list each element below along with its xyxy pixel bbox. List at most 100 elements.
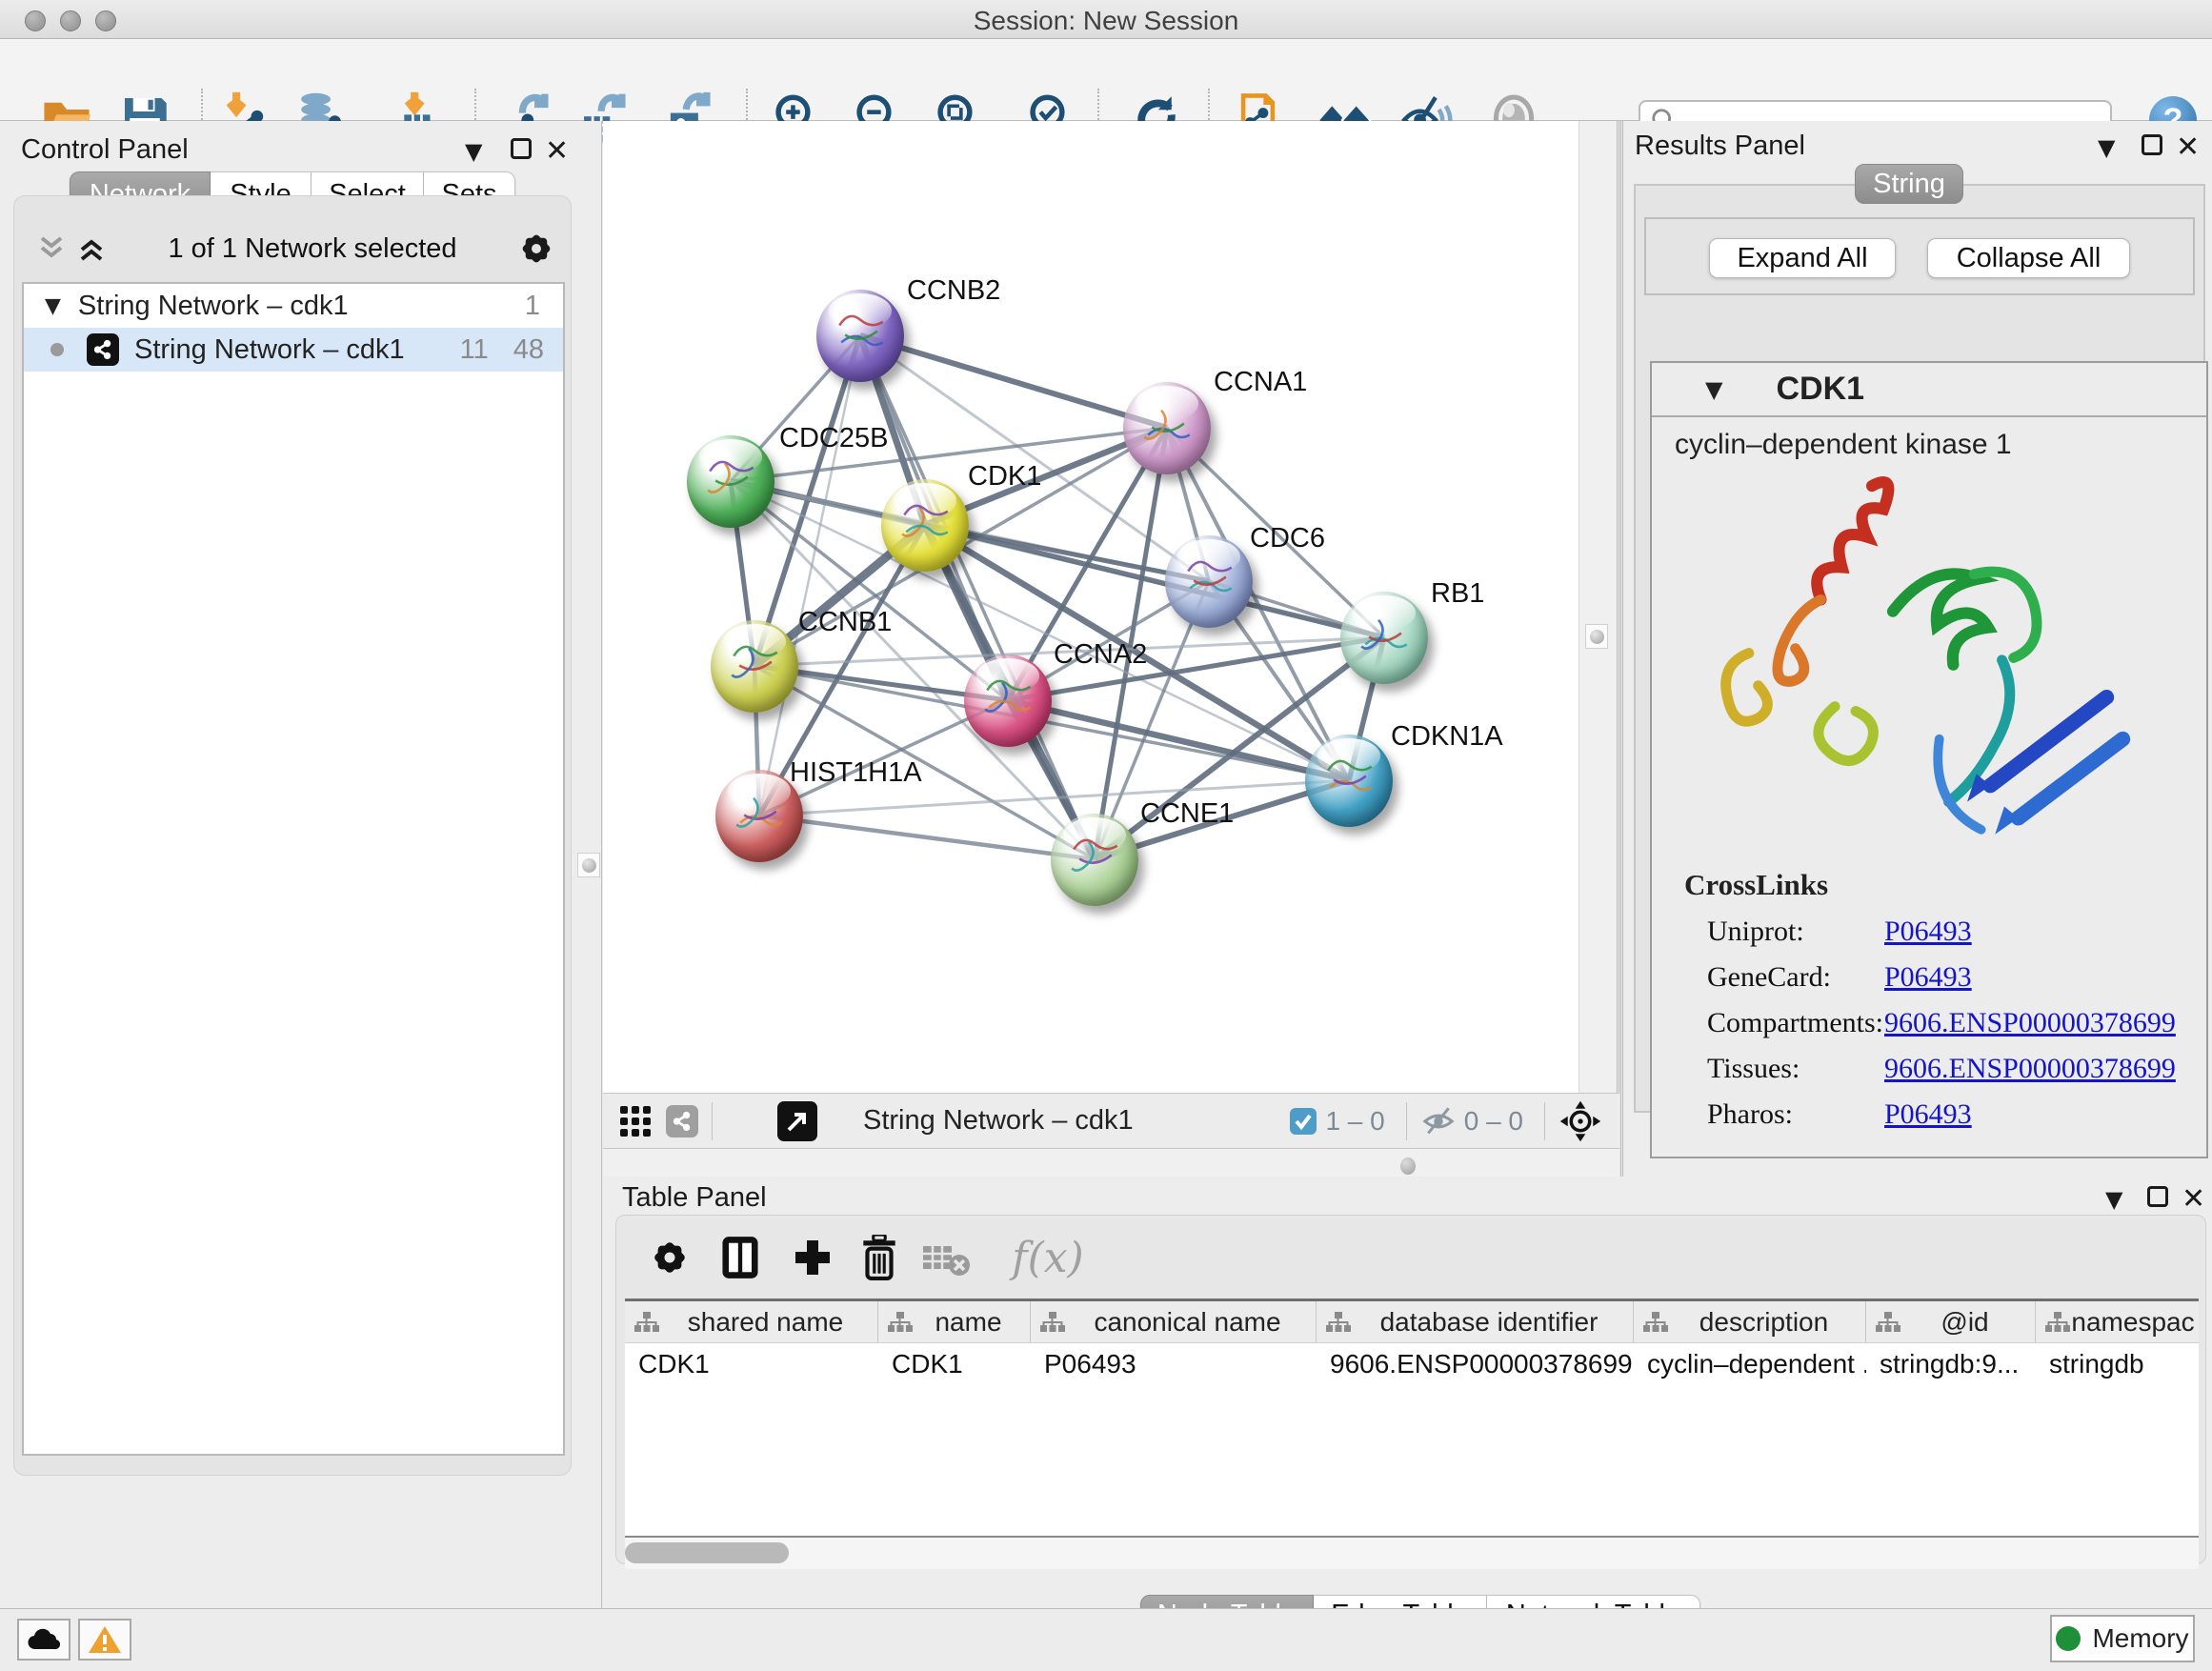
crosslink-link[interactable]: 9606.ENSP00000378699 <box>1884 1053 2176 1085</box>
network-canvas[interactable]: CCNB2CCNA1CDC25BCDK1CDC6RB1CCNB1CCNA2CDK… <box>603 121 1579 1093</box>
expand-collapse-box: Expand All Collapse All <box>1644 217 2195 295</box>
gene-collapse-icon[interactable]: ▼ <box>1705 376 1722 403</box>
show-columns-icon[interactable] <box>714 1231 767 1284</box>
function-builder-icon: f(x) <box>995 1231 1100 1284</box>
column-header[interactable]: namespac <box>2036 1301 2199 1342</box>
table-panel-float-icon[interactable] <box>2147 1186 2168 1207</box>
crosslink-link[interactable]: P06493 <box>1884 1098 1972 1131</box>
crosslink-label: Pharos: <box>1707 1098 1884 1131</box>
right-splitter-handle[interactable] <box>1585 624 1608 649</box>
network-type-icon <box>87 333 119 366</box>
crosslink-row: Tissues:9606.ENSP00000378699 <box>1707 1053 2206 1085</box>
network-options-gear-icon[interactable] <box>517 230 555 268</box>
hidden-counts: 0 – 0 <box>1464 1106 1523 1137</box>
network-node-CDKN1A[interactable] <box>1305 735 1393 827</box>
node-label-CCNB2: CCNB2 <box>907 275 1000 307</box>
network-selection-summary: 1 of 1 Network selected <box>108 233 517 265</box>
horizontal-splitter-dot[interactable] <box>1400 1158 1416 1175</box>
gene-description: cyclin–dependent kinase 1 <box>1675 429 2206 461</box>
network-node-CDK1[interactable] <box>881 479 969 572</box>
column-header[interactable]: canonical name <box>1031 1301 1317 1342</box>
node-label-CCNA1: CCNA1 <box>1214 367 1307 398</box>
column-header[interactable]: database identifier <box>1317 1301 1634 1342</box>
string-results-container: Expand All Collapse All ▼ CDK1 cyclin–de… <box>1634 184 2205 1113</box>
warning-icon <box>88 1624 122 1655</box>
table-cell[interactable]: P06493 <box>1031 1343 1317 1385</box>
network-node-CCNA2[interactable] <box>964 654 1052 747</box>
node-label-CCNA2: CCNA2 <box>1054 639 1147 671</box>
hidden-elements-eye-icon[interactable] <box>1420 1106 1457 1137</box>
delete-column-trash-icon[interactable] <box>853 1231 906 1284</box>
horizontal-scrollbar-thumb[interactable] <box>625 1542 789 1563</box>
crosslink-row: Uniprot:P06493 <box>1707 916 2206 948</box>
collapse-all-button[interactable]: Collapse All <box>1927 238 2130 278</box>
network-node-RB1[interactable] <box>1340 592 1428 684</box>
table-cell[interactable]: stringdb <box>2036 1343 2199 1385</box>
table-panel-collapse-icon[interactable]: ▼ <box>2105 1186 2122 1213</box>
memory-button[interactable]: Memory <box>2050 1615 2195 1662</box>
network-node-CCNE1[interactable] <box>1051 814 1138 906</box>
open-external-link-icon[interactable] <box>777 1101 817 1141</box>
node-label-CDC6: CDC6 <box>1250 523 1325 554</box>
window-title: Session: New Session <box>0 6 2212 36</box>
collapse-all-networks-icon[interactable] <box>35 234 68 263</box>
network-node-CDC25B[interactable] <box>687 435 774 528</box>
table-header-row: shared namenamecanonical namedatabase id… <box>625 1301 2199 1343</box>
selected-checkbox-icon[interactable] <box>1289 1107 1317 1136</box>
table-options-gear-icon[interactable] <box>643 1231 696 1284</box>
expand-all-networks-icon[interactable] <box>75 234 108 263</box>
results-panel-float-icon[interactable] <box>2142 134 2162 155</box>
crosslink-label: GeneCard: <box>1707 961 1884 994</box>
gene-section: ▼ CDK1 cyclin–dependent kinase 1 CrossLi… <box>1650 361 2208 1158</box>
table-horizontal-scrollbar[interactable] <box>625 1538 2199 1569</box>
network-node-CCNB2[interactable] <box>816 290 904 382</box>
crosslink-link[interactable]: P06493 <box>1884 916 1972 948</box>
control-panel-collapse-icon[interactable]: ▼ <box>465 138 482 165</box>
column-header[interactable]: @id <box>1866 1301 2036 1342</box>
column-header[interactable]: name <box>878 1301 1031 1342</box>
collection-expand-icon[interactable]: ▼ <box>45 294 61 318</box>
control-panel-float-icon[interactable] <box>511 138 532 159</box>
crosslink-link[interactable]: 9606.ENSP00000378699 <box>1884 1007 2176 1039</box>
table-cell[interactable]: stringdb:9... <box>1866 1343 2036 1385</box>
network-node-CDC6[interactable] <box>1165 535 1253 628</box>
control-panel-close-icon[interactable]: ✕ <box>545 134 569 168</box>
table-cell[interactable]: CDK1 <box>878 1343 1031 1385</box>
network-node-CCNB1[interactable] <box>711 620 798 713</box>
gene-name: CDK1 <box>1776 371 1864 408</box>
gene-section-header[interactable]: ▼ CDK1 <box>1652 363 2206 417</box>
table-cell[interactable]: CDK1 <box>625 1343 878 1385</box>
cloud-status-button[interactable] <box>17 1619 70 1661</box>
column-header[interactable]: description <box>1634 1301 1866 1342</box>
network-view-panel: CCNB2CCNA1CDC25BCDK1CDC6RB1CCNB1CCNA2CDK… <box>603 121 1619 1177</box>
expand-all-button[interactable]: Expand All <box>1709 238 1896 278</box>
table-row[interactable]: CDK1CDK1P064939606.ENSP00000378699cyclin… <box>625 1343 2199 1385</box>
network-view-toolbar: String Network – cdk1 1 – 0 0 – 0 <box>603 1093 1619 1149</box>
results-panel-close-icon[interactable]: ✕ <box>2176 131 2200 164</box>
table-container: f(x) shared namenamecanonical namedataba… <box>615 1215 2206 1564</box>
crosslink-row: Pharos:P06493 <box>1707 1098 2206 1131</box>
network-collection-row[interactable]: ▼ String Network – cdk1 1 <box>24 284 563 328</box>
table-cell[interactable]: cyclin–dependent ... <box>1634 1343 1866 1385</box>
crosslink-link[interactable]: P06493 <box>1884 961 1972 994</box>
node-label-CCNB1: CCNB1 <box>798 607 892 638</box>
control-panel-title: Control Panel <box>21 134 189 166</box>
crosslinks-title: CrossLinks <box>1684 868 2206 902</box>
results-panel-collapse-icon[interactable]: ▼ <box>2098 134 2115 161</box>
table-cell[interactable]: 9606.ENSP00000378699 <box>1317 1343 1634 1385</box>
table-panel-close-icon[interactable]: ✕ <box>2182 1182 2205 1216</box>
node-label-CDK1: CDK1 <box>968 461 1041 493</box>
warnings-button[interactable] <box>78 1619 131 1661</box>
fit-content-crosshair-icon[interactable] <box>1558 1099 1602 1143</box>
network-row[interactable]: String Network – cdk1 11 48 <box>24 328 563 372</box>
birds-eye-view-grid-icon[interactable] <box>618 1104 653 1138</box>
share-network-icon[interactable] <box>666 1105 698 1137</box>
add-column-plus-icon[interactable] <box>786 1231 839 1284</box>
column-header[interactable]: shared name <box>625 1301 878 1342</box>
left-splitter-handle[interactable] <box>577 853 600 877</box>
network-list-panel: 1 of 1 Network selected ▼ String Network… <box>13 195 572 1476</box>
delete-table-icon <box>919 1231 973 1284</box>
tab-string[interactable]: String <box>1855 164 1963 204</box>
network-node-CCNA1[interactable] <box>1123 382 1211 474</box>
crosslinks-list: Uniprot:P06493GeneCard:P06493Compartment… <box>1652 916 2206 1131</box>
